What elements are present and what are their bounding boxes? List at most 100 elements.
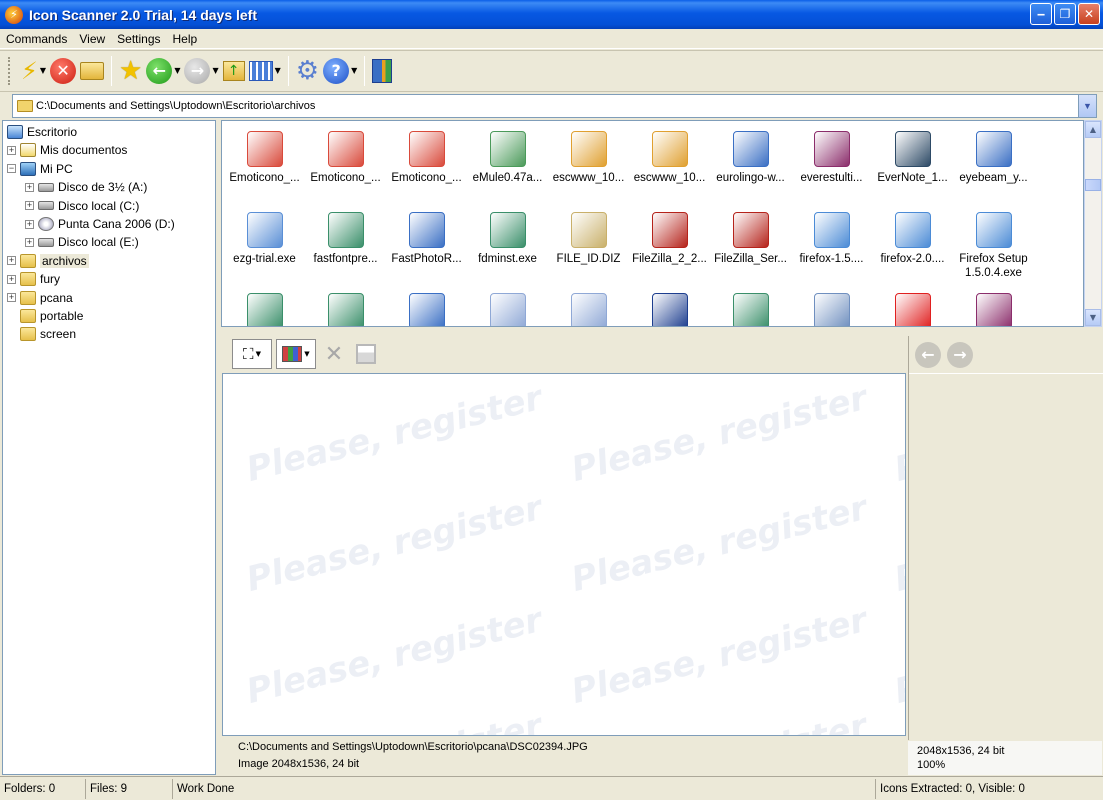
favorites-button[interactable]: ★ bbox=[119, 55, 142, 87]
chevron-down-icon[interactable]: ▼ bbox=[1078, 95, 1096, 117]
folder-tree[interactable]: Escritorio + Mis documentos − Mi PC + Disco de… bbox=[2, 120, 216, 775]
expand-toggle[interactable]: + bbox=[25, 182, 34, 192]
expand-toggle[interactable]: + bbox=[25, 219, 34, 229]
file-item[interactable] bbox=[386, 285, 467, 326]
expand-toggle[interactable]: + bbox=[7, 145, 16, 155]
background-button[interactable]: ▼ bbox=[276, 339, 316, 369]
preview-path: C:\Documents and Settings\Uptodown\Escri… bbox=[238, 741, 588, 753]
menu-help[interactable]: Help bbox=[167, 32, 204, 46]
file-item[interactable]: eyebeam_y... bbox=[953, 123, 1034, 203]
file-item[interactable]: eurolingo-w... bbox=[710, 123, 791, 203]
collapse-toggle[interactable]: − bbox=[7, 164, 16, 174]
file-item[interactable]: FileZilla_2_2... bbox=[629, 204, 710, 284]
save-button[interactable] bbox=[352, 339, 380, 369]
up-folder-button[interactable]: ↑ bbox=[222, 55, 245, 87]
file-item[interactable]: firefox-1.5.... bbox=[791, 204, 872, 284]
file-item[interactable]: fdminst.exe bbox=[467, 204, 548, 284]
emule-icon bbox=[489, 131, 526, 167]
tree-node[interactable]: portable bbox=[7, 307, 83, 325]
expand-toggle[interactable]: + bbox=[25, 237, 34, 247]
file-item[interactable]: escwww_10... bbox=[548, 123, 629, 203]
tree-node[interactable]: + fury bbox=[7, 270, 60, 288]
file-item[interactable] bbox=[953, 285, 1034, 326]
scroll-thumb[interactable] bbox=[1085, 179, 1101, 191]
file-item[interactable] bbox=[467, 285, 548, 326]
address-combobox[interactable]: C:\Documents and Settings\Uptodown\Escri… bbox=[12, 94, 1097, 118]
help-button[interactable]: ? ▼ bbox=[323, 55, 357, 87]
tree-node[interactable]: + pcana bbox=[7, 289, 73, 307]
menu-view[interactable]: View bbox=[73, 32, 111, 46]
file-item[interactable]: ezg-trial.exe bbox=[224, 204, 305, 284]
fit-to-window-button[interactable]: ⛶ ▼ bbox=[232, 339, 272, 369]
delete-button[interactable]: ✕ bbox=[320, 339, 348, 369]
chevron-down-icon[interactable]: ▼ bbox=[256, 350, 261, 358]
tree-node[interactable]: screen bbox=[7, 325, 76, 343]
tree-node[interactable]: + Punta Cana 2006 (D:) bbox=[25, 215, 175, 233]
tree-node-label: portable bbox=[40, 309, 84, 323]
minimize-button[interactable]: ‒ bbox=[1030, 3, 1052, 25]
file-item[interactable]: fastfontpre... bbox=[305, 204, 386, 284]
icon-list-scrollbar[interactable]: ▲ ▼ bbox=[1084, 120, 1102, 327]
tree-node[interactable]: + Disco de 3½ (A:) bbox=[25, 178, 147, 196]
stop-button[interactable]: ✕ bbox=[50, 55, 77, 87]
scroll-up-arrow[interactable]: ▲ bbox=[1085, 121, 1101, 138]
next-icon-button[interactable]: → bbox=[947, 341, 973, 368]
exit-button[interactable] bbox=[372, 55, 393, 87]
file-item[interactable] bbox=[305, 285, 386, 326]
file-item[interactable]: eMule0.47a... bbox=[467, 123, 548, 203]
maximize-button[interactable]: ❐ bbox=[1054, 3, 1076, 25]
file-item[interactable]: Emoticono_... bbox=[305, 123, 386, 203]
file-item[interactable]: FILE_ID.DIZ bbox=[548, 204, 629, 284]
address-bar: C:\Documents and Settings\Uptodown\Escri… bbox=[0, 91, 1103, 119]
expand-toggle[interactable]: + bbox=[25, 201, 34, 211]
file-item[interactable]: everestulti... bbox=[791, 123, 872, 203]
icon-list[interactable]: Emoticono_... Emoticono_... Emoticono_... e… bbox=[221, 120, 1084, 327]
scan-button[interactable]: ⚡ ▼ bbox=[21, 55, 46, 87]
file-item[interactable] bbox=[548, 285, 629, 326]
image-preview[interactable]: Please, register Please, register Please, … bbox=[222, 373, 906, 736]
view-mode-button[interactable]: ▼ bbox=[248, 55, 281, 87]
file-item[interactable] bbox=[224, 285, 305, 326]
file-item[interactable]: Firefox Setup 1.5.0.4.exe bbox=[953, 204, 1034, 284]
file-item[interactable] bbox=[791, 285, 872, 326]
tree-node[interactable]: + Mis documentos bbox=[7, 141, 127, 159]
prev-icon-button[interactable]: ← bbox=[915, 341, 941, 368]
file-item[interactable]: EverNote_1... bbox=[872, 123, 953, 203]
forward-button[interactable]: → ▼ bbox=[184, 55, 219, 87]
tree-node[interactable]: + Disco local (C:) bbox=[25, 197, 139, 215]
chevron-down-icon[interactable]: ▼ bbox=[304, 350, 309, 358]
menu-commands[interactable]: Commands bbox=[0, 32, 73, 46]
file-item[interactable]: Emoticono_... bbox=[386, 123, 467, 203]
scroll-down-arrow[interactable]: ▼ bbox=[1085, 309, 1101, 326]
file-item[interactable]: Emoticono_... bbox=[224, 123, 305, 203]
tree-node[interactable]: − Mi PC bbox=[7, 160, 73, 178]
file-item[interactable]: FastPhotoR... bbox=[386, 204, 467, 284]
app-icon[interactable]: ⚡ bbox=[5, 5, 23, 24]
settings-button[interactable]: ⚙ bbox=[296, 55, 319, 87]
tree-node[interactable]: + Disco local (E:) bbox=[25, 233, 139, 251]
chevron-down-icon[interactable]: ▼ bbox=[351, 66, 357, 75]
tree-node[interactable]: Escritorio bbox=[7, 123, 77, 141]
file-item[interactable]: firefox-2.0.... bbox=[872, 204, 953, 284]
chevron-down-icon[interactable]: ▼ bbox=[40, 66, 46, 75]
file-item[interactable]: escwww_10... bbox=[629, 123, 710, 203]
back-button[interactable]: ← ▼ bbox=[146, 55, 180, 87]
menu-settings[interactable]: Settings bbox=[111, 32, 166, 46]
file-item[interactable] bbox=[629, 285, 710, 326]
tree-node[interactable]: + archivos bbox=[7, 252, 89, 270]
file-item[interactable]: FileZilla_Ser... bbox=[710, 204, 791, 284]
title-bar[interactable]: ⚡ Icon Scanner 2.0 Trial, 14 days left ‒… bbox=[0, 0, 1103, 29]
chevron-down-icon[interactable]: ▼ bbox=[174, 66, 180, 75]
chevron-down-icon[interactable]: ▼ bbox=[275, 66, 281, 75]
close-button[interactable]: ✕ bbox=[1078, 3, 1100, 25]
expand-toggle[interactable]: + bbox=[7, 293, 16, 303]
chevron-down-icon[interactable]: ▼ bbox=[212, 66, 218, 75]
file-item[interactable] bbox=[710, 285, 791, 326]
toolbar-grip[interactable] bbox=[8, 56, 11, 85]
file-item[interactable] bbox=[872, 285, 953, 326]
door-icon bbox=[372, 58, 393, 83]
expand-toggle[interactable]: + bbox=[7, 274, 16, 284]
address-path[interactable]: C:\Documents and Settings\Uptodown\Escri… bbox=[36, 100, 315, 112]
open-folder-button[interactable] bbox=[80, 55, 105, 87]
expand-toggle[interactable]: + bbox=[7, 256, 16, 266]
